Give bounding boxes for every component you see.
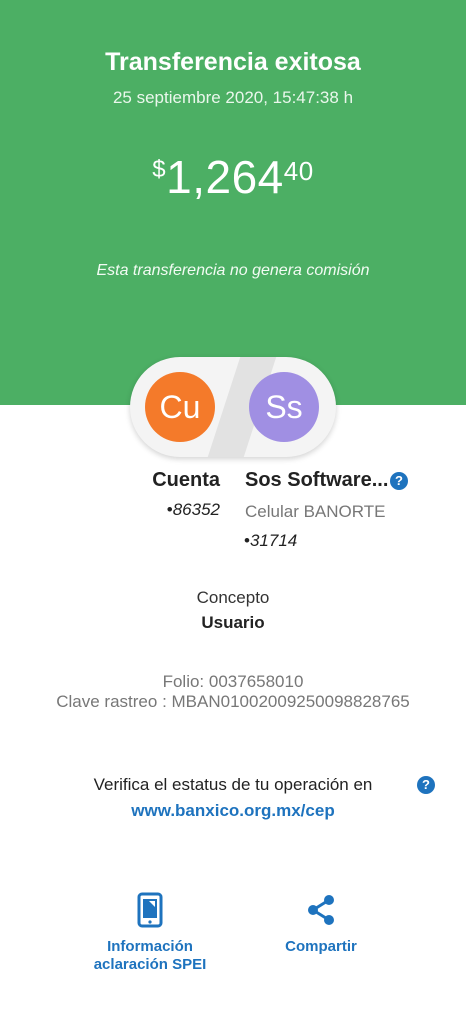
share-button[interactable]: Compartir bbox=[256, 892, 386, 956]
to-account-number: •31714 bbox=[244, 531, 298, 550]
from-account-number: •86352 bbox=[166, 500, 220, 519]
share-label: Compartir bbox=[285, 938, 357, 955]
to-bank-name: Celular BANORTE bbox=[245, 502, 386, 521]
concept-value: Usuario bbox=[201, 613, 265, 632]
to-avatar: Ss bbox=[249, 372, 319, 442]
transfer-parties-pill: Cu Ss bbox=[130, 357, 336, 457]
amount-whole: 1,264 bbox=[166, 151, 284, 203]
verify-help-icon[interactable]: ? bbox=[417, 776, 435, 794]
from-account-digits: 86352 bbox=[172, 500, 220, 519]
success-header: Transferencia exitosa 25 septiembre 2020… bbox=[0, 0, 466, 405]
commission-note: Esta transferencia no genera comisión bbox=[96, 262, 370, 279]
currency-symbol: $ bbox=[152, 156, 167, 183]
spei-info-button[interactable]: Información aclaración SPEI bbox=[80, 892, 220, 974]
verify-status-text: Verifica el estatus de tu operación en bbox=[93, 775, 373, 794]
spei-info-label-2: aclaración SPEI bbox=[93, 956, 207, 973]
share-icon bbox=[308, 895, 334, 925]
to-account-digits: 31714 bbox=[249, 531, 298, 550]
transfer-amount: $1,26440 bbox=[0, 150, 466, 204]
amount-cents: 40 bbox=[283, 156, 314, 186]
from-account-name: Cuenta bbox=[152, 469, 220, 491]
phone-document-icon bbox=[137, 892, 163, 928]
from-avatar: Cu bbox=[145, 372, 215, 442]
folio-number: Folio: 0037658010 bbox=[162, 672, 304, 691]
transfer-datetime: 25 septiembre 2020, 15:47:38 h bbox=[112, 88, 354, 107]
tracking-key: Clave rastreo : MBAN01002009250098828765 bbox=[56, 692, 410, 711]
to-account-name: Sos Software... bbox=[245, 469, 389, 491]
banxico-link[interactable]: www.banxico.org.mx/cep bbox=[0, 801, 466, 821]
page-title: Transferencia exitosa bbox=[105, 48, 361, 76]
spei-info-label-1: Información bbox=[107, 938, 193, 955]
concept-label: Concepto bbox=[196, 588, 270, 607]
help-icon[interactable]: ? bbox=[390, 472, 408, 490]
